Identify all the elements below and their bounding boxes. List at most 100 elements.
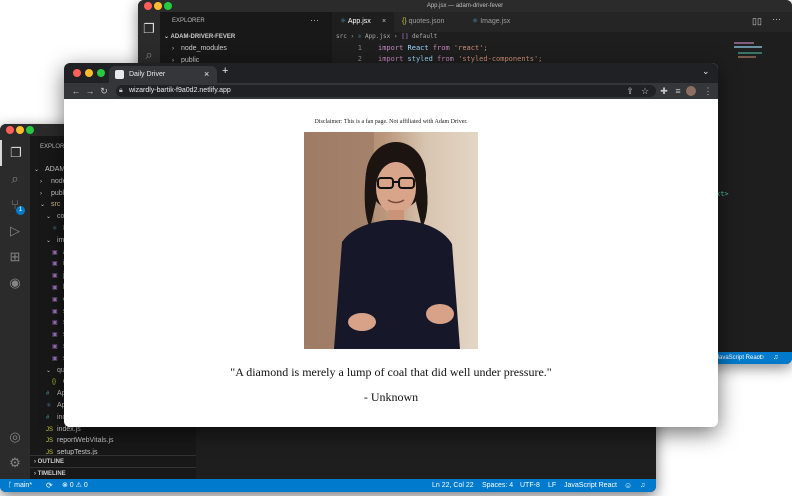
image-icon: ▣ bbox=[52, 308, 58, 315]
outline-section[interactable]: › OUTLINE bbox=[30, 455, 196, 467]
branch-name: main* bbox=[14, 482, 33, 489]
address-bar[interactable]: 🔒︎ wizardly-bartik-f9a0d2.netlify.app bbox=[116, 85, 656, 97]
source-control-badge: 1 bbox=[16, 206, 25, 215]
tree-item[interactable]: ⌄ src bbox=[40, 199, 60, 211]
image-icon: ▣ bbox=[52, 296, 58, 303]
code-identifier: styled bbox=[407, 55, 433, 63]
maximize-window-button[interactable] bbox=[97, 69, 105, 77]
tree-item-label: node_modules bbox=[181, 45, 227, 52]
code-keyword: import bbox=[378, 55, 404, 63]
tree-item[interactable]: › publi bbox=[40, 188, 66, 200]
chevron-down-icon: ⌄ bbox=[46, 214, 52, 221]
chevron-down-icon[interactable]: ⌄ bbox=[702, 66, 710, 77]
code-line: 1 import React from 'react'; bbox=[336, 43, 542, 54]
image-icon: ▣ bbox=[52, 332, 58, 339]
favicon-icon bbox=[115, 70, 124, 79]
breadcrumb-item[interactable]: App.jsx bbox=[365, 33, 390, 40]
tree-item[interactable]: JS reportWebVitals.js bbox=[46, 435, 114, 447]
extensions-icon[interactable]: ✚ bbox=[658, 83, 670, 99]
minimize-window-button[interactable] bbox=[16, 126, 24, 134]
encoding[interactable]: UTF-8 bbox=[520, 479, 540, 492]
avatar[interactable] bbox=[686, 86, 696, 96]
feedback-icon[interactable]: ☺ bbox=[758, 352, 765, 364]
tab-image-jsx[interactable]: ⚛ Image.jsx bbox=[464, 12, 540, 32]
maximize-window-button[interactable] bbox=[26, 126, 34, 134]
minimap[interactable] bbox=[734, 40, 774, 80]
portrait-illustration bbox=[304, 132, 460, 349]
feedback-icon[interactable]: ☺ bbox=[624, 479, 632, 492]
account-icon[interactable]: ◎ bbox=[0, 424, 30, 450]
bell-icon[interactable]: ♫ bbox=[773, 352, 778, 364]
reading-list-icon[interactable]: ≡ bbox=[672, 83, 684, 99]
more-actions-icon[interactable]: ··· bbox=[310, 15, 319, 25]
code-identifier: React bbox=[407, 44, 429, 52]
react-icon: ⚛ bbox=[472, 18, 481, 25]
back-icon[interactable]: ← bbox=[70, 83, 82, 99]
code-editor[interactable]: 1 import React from 'react'; 2 import styl… bbox=[336, 43, 543, 65]
gear-icon[interactable]: ⚙ bbox=[0, 450, 30, 476]
more-actions-icon[interactable]: ··· bbox=[772, 14, 781, 24]
chevron-down-icon: ⌄ bbox=[34, 167, 40, 173]
code-string: 'react'; bbox=[453, 44, 488, 52]
timeline-section[interactable]: › TIMELINE bbox=[30, 467, 196, 479]
image-icon: ▣ bbox=[52, 285, 58, 291]
breadcrumb-item[interactable]: src bbox=[336, 33, 347, 40]
lock-icon: 🔒︎ bbox=[119, 87, 123, 94]
new-tab-icon[interactable]: + bbox=[222, 65, 228, 77]
language-mode[interactable]: JavaScript React bbox=[716, 352, 761, 364]
indentation[interactable]: Spaces: 4 bbox=[482, 479, 513, 492]
module-icon: ⟦⟧ bbox=[401, 33, 409, 40]
extensions-icon[interactable]: ⊞ bbox=[0, 244, 30, 270]
chevron-down-icon: ⌄ bbox=[46, 367, 52, 374]
github-icon[interactable]: ◉ bbox=[0, 270, 30, 296]
chevron-down-icon: ⌄ bbox=[40, 202, 46, 209]
forward-icon[interactable]: → bbox=[84, 83, 96, 99]
react-icon: ⚛ bbox=[46, 403, 52, 409]
css-icon: # bbox=[46, 414, 50, 421]
bookmark-star-icon[interactable]: ☆ bbox=[639, 83, 651, 99]
close-window-button[interactable] bbox=[6, 126, 14, 134]
code-string: 'styled-components'; bbox=[458, 55, 543, 63]
split-editor-icon[interactable]: ▯▯ bbox=[752, 16, 762, 27]
bell-icon[interactable]: ♫ bbox=[640, 479, 645, 492]
sync-icon[interactable]: ⟳ bbox=[46, 479, 53, 492]
browser-tab[interactable]: Daily Driver × bbox=[109, 66, 217, 83]
section-label: TIMELINE bbox=[37, 471, 66, 477]
page-content: Disclaimer: This is a fan page. Not affi… bbox=[64, 99, 718, 427]
problems-indicator[interactable]: ⊗ 0 ⚠ 0 bbox=[62, 479, 88, 492]
minimize-window-button[interactable] bbox=[85, 69, 93, 77]
project-folder[interactable]: ⌄ ADAM-DRIVER-FEVER bbox=[164, 33, 235, 40]
quote-text: "A diamond is merely a lump of coal that… bbox=[230, 365, 552, 379]
branch-indicator[interactable]: ᚴ main* bbox=[8, 479, 32, 492]
breadcrumb-item[interactable]: default bbox=[412, 33, 437, 40]
cursor-position[interactable]: Ln 22, Col 22 bbox=[432, 479, 474, 492]
run-debug-icon[interactable]: ▷ bbox=[0, 218, 30, 244]
tab-app-jsx[interactable]: ⚛ App.jsx × bbox=[332, 12, 394, 32]
disclaimer: Disclaimer: This is a fan page. Not affi… bbox=[314, 119, 468, 125]
close-window-button[interactable] bbox=[73, 69, 81, 77]
search-icon[interactable]: ⌕ bbox=[0, 166, 30, 192]
close-icon[interactable]: × bbox=[382, 12, 386, 32]
quote-author: - Unknown bbox=[363, 390, 419, 404]
line-ending[interactable]: LF bbox=[548, 479, 556, 492]
tab-quotes-json[interactable]: {} quotes.json bbox=[394, 12, 464, 32]
css-icon: # bbox=[46, 391, 50, 398]
react-icon: ⚛ bbox=[340, 18, 348, 25]
code-keyword: from bbox=[432, 44, 450, 52]
explorer-icon[interactable]: ❐ bbox=[0, 140, 30, 166]
tree-item-node-modules[interactable]: › node_modules bbox=[172, 43, 227, 55]
url-text: wizardly-bartik-f9a0d2.netlify.app bbox=[129, 87, 231, 94]
chevron-right-icon: › bbox=[40, 190, 42, 197]
share-icon[interactable]: ⇪ bbox=[624, 83, 636, 99]
reload-icon[interactable]: ↻ bbox=[98, 83, 110, 99]
language-mode[interactable]: JavaScript React bbox=[564, 479, 617, 492]
source-control-icon[interactable]: ⑂ 1 bbox=[0, 192, 30, 218]
tab-title: Daily Driver bbox=[129, 71, 166, 78]
close-tab-icon[interactable]: × bbox=[204, 66, 209, 83]
menu-icon[interactable]: ⋮ bbox=[702, 83, 714, 99]
window-title: App.jsx — adam-driver-fever bbox=[426, 3, 504, 9]
activity-bar: ❐ ⌕ ⑂ 1 ▷ ⊞ ◉ ◎ ⚙ bbox=[0, 136, 30, 480]
section-label: OUTLINE bbox=[37, 459, 65, 465]
tab-label: Image.jsx bbox=[480, 18, 511, 25]
image-icon: ▣ bbox=[52, 344, 58, 350]
